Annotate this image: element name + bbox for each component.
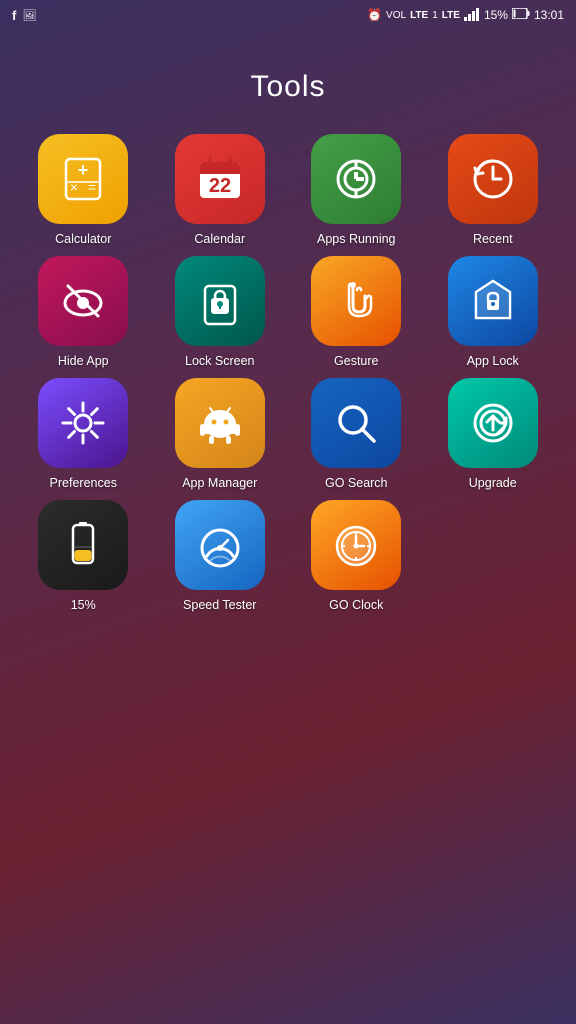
- app-item-15percent[interactable]: 15%: [20, 500, 147, 612]
- app-item-go-clock[interactable]: GO Clock: [293, 500, 420, 612]
- gesture-label: Gesture: [334, 354, 378, 368]
- apps-grid: + × = Calculator 22 Calendar: [0, 134, 576, 612]
- app-item-recent[interactable]: Recent: [430, 134, 557, 246]
- speed-tester-label: Speed Tester: [183, 598, 256, 612]
- app-manager-icon: [175, 378, 265, 468]
- page-title: Tools: [0, 70, 576, 104]
- app-item-go-search[interactable]: GO Search: [293, 378, 420, 490]
- clock: 13:01: [534, 8, 564, 22]
- status-right: ⏰ VOL LTE 1 LTE 15% 13:01: [367, 7, 564, 24]
- app-item-calendar[interactable]: 22 Calendar: [157, 134, 284, 246]
- preferences-label: Preferences: [50, 476, 117, 490]
- go-search-icon: [311, 378, 401, 468]
- app-item-hide-app[interactable]: Hide App: [20, 256, 147, 368]
- notification-icon: 🖼: [22, 9, 36, 22]
- lock-screen-label: Lock Screen: [185, 354, 254, 368]
- app-manager-label: App Manager: [182, 476, 257, 490]
- sim-indicator: 1: [432, 10, 438, 21]
- alarm-icon: ⏰: [367, 8, 382, 22]
- app-item-calculator[interactable]: + × = Calculator: [20, 134, 147, 246]
- app-item-app-lock[interactable]: App Lock: [430, 256, 557, 368]
- calculator-label: Calculator: [55, 232, 111, 246]
- svg-text:22: 22: [209, 175, 231, 197]
- go-clock-label: GO Clock: [329, 598, 383, 612]
- apps-running-label: Apps Running: [317, 232, 396, 246]
- 15percent-label: 15%: [71, 598, 96, 612]
- calendar-icon: 22: [175, 134, 265, 224]
- go-clock-icon: [311, 500, 401, 590]
- battery-percent: 15%: [484, 8, 508, 22]
- status-bar: f 🖼 ⏰ VOL LTE 1 LTE 15% 13:01: [0, 0, 576, 30]
- app-item-speed-tester[interactable]: Speed Tester: [157, 500, 284, 612]
- app-item-preferences[interactable]: Preferences: [20, 378, 147, 490]
- calculator-icon: + × =: [38, 134, 128, 224]
- app-item-apps-running[interactable]: Apps Running: [293, 134, 420, 246]
- go-search-label: GO Search: [325, 476, 388, 490]
- recent-label: Recent: [473, 232, 513, 246]
- hide-app-icon: [38, 256, 128, 346]
- app-lock-icon: [448, 256, 538, 346]
- gesture-icon: [311, 256, 401, 346]
- lte2-indicator: LTE: [442, 10, 460, 21]
- hide-app-label: Hide App: [58, 354, 109, 368]
- lte-indicator: LTE: [410, 10, 428, 21]
- app-item-gesture[interactable]: Gesture: [293, 256, 420, 368]
- app-item-app-manager[interactable]: App Manager: [157, 378, 284, 490]
- calendar-label: Calendar: [194, 232, 245, 246]
- svg-text:+: +: [78, 160, 89, 180]
- battery-app-icon: [38, 500, 128, 590]
- signal-bars: [464, 7, 480, 24]
- apps-running-icon: [311, 134, 401, 224]
- recent-icon: [448, 134, 538, 224]
- status-left: f 🖼: [12, 8, 36, 23]
- app-lock-label: App Lock: [467, 354, 519, 368]
- app-item-lock-screen[interactable]: Lock Screen: [157, 256, 284, 368]
- upgrade-icon: [448, 378, 538, 468]
- upgrade-label: Upgrade: [469, 476, 517, 490]
- speed-tester-icon: [175, 500, 265, 590]
- lock-screen-icon: [175, 256, 265, 346]
- vol-indicator: VOL: [386, 10, 406, 21]
- app-item-upgrade[interactable]: Upgrade: [430, 378, 557, 490]
- facebook-icon: f: [12, 8, 16, 23]
- preferences-icon: [38, 378, 128, 468]
- battery-icon: [512, 8, 530, 22]
